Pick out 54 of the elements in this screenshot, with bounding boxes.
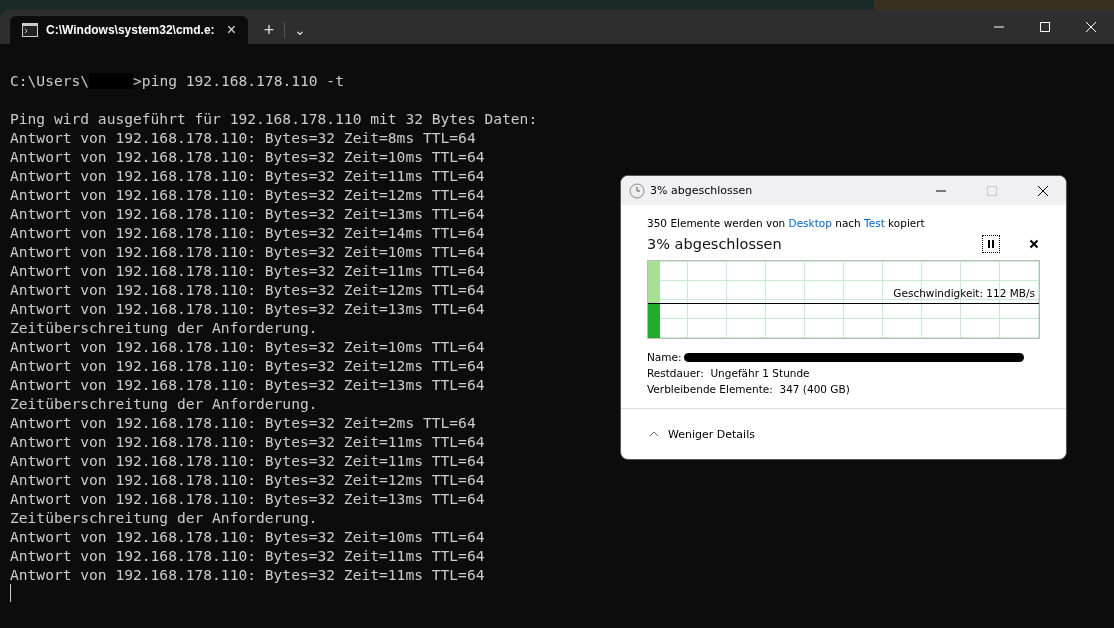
maximize-icon bbox=[986, 184, 998, 197]
cancel-button[interactable] bbox=[1028, 238, 1040, 250]
console-output-line: Antwort von 192.168.178.110: Bytes=32 Zeit=11ms TTL=64 bbox=[10, 261, 485, 280]
console-output-line: Antwort von 192.168.178.110: Bytes=32 Zeit=13ms TTL=64 bbox=[10, 299, 485, 318]
tab-title: C:\Windows\system32\cmd.e: bbox=[46, 23, 215, 37]
target-link[interactable]: Test bbox=[864, 217, 885, 229]
console-output-line: Antwort von 192.168.178.110: Bytes=32 Zeit=10ms TTL=64 bbox=[10, 147, 485, 166]
copy-summary: 350 Elemente werden von Desktop nach Test kopiert bbox=[647, 217, 926, 229]
console-output-line: Zeitüberschreitung der Anforderung. bbox=[10, 508, 318, 527]
console-output-line: Antwort von 192.168.178.110: Bytes=32 Zeit=11ms TTL=64 bbox=[10, 546, 485, 565]
source-link[interactable]: Desktop bbox=[788, 217, 832, 229]
terminal-tab[interactable]: C:\Windows\system32\cmd.e: × bbox=[10, 16, 248, 44]
console-output-line: Antwort von 192.168.178.110: Bytes=32 Zeit=14ms TTL=64 bbox=[10, 223, 485, 242]
close-icon bbox=[1037, 184, 1049, 197]
console-output-line: Antwort von 192.168.178.110: Bytes=32 Zeit=8ms TTL=64 bbox=[10, 128, 476, 147]
console-output-line: Antwort von 192.168.178.110: Bytes=32 Zeit=13ms TTL=64 bbox=[10, 375, 485, 394]
command-text: >ping 192.168.178.110 -t bbox=[133, 71, 344, 90]
console-output-line: Antwort von 192.168.178.110: Bytes=32 Zeit=11ms TTL=64 bbox=[10, 166, 485, 185]
text-cursor bbox=[10, 584, 11, 602]
console-output-line: Antwort von 192.168.178.110: Bytes=32 Zeit=12ms TTL=64 bbox=[10, 470, 485, 489]
less-details-button[interactable]: Weniger Details bbox=[649, 427, 755, 441]
console-output-line: Antwort von 192.168.178.110: Bytes=32 Zeit=11ms TTL=64 bbox=[10, 451, 485, 470]
console-output-line: Antwort von 192.168.178.110: Bytes=32 Zeit=11ms TTL=64 bbox=[10, 565, 485, 584]
clock-icon bbox=[629, 182, 645, 199]
console-output-line: Antwort von 192.168.178.110: Bytes=32 Zeit=11ms TTL=64 bbox=[10, 432, 485, 451]
console-output-line: Antwort von 192.168.178.110: Bytes=32 Zeit=12ms TTL=64 bbox=[10, 356, 485, 375]
speed-label: Geschwindigkeit: 112 MB/s bbox=[893, 287, 1035, 299]
console-output-line: Antwort von 192.168.178.110: Bytes=32 Zeit=10ms TTL=64 bbox=[10, 527, 485, 546]
close-icon bbox=[1085, 21, 1097, 33]
console-output-line: Antwort von 192.168.178.110: Bytes=32 Zeit=13ms TTL=64 bbox=[10, 489, 485, 508]
pause-icon bbox=[986, 239, 996, 249]
console-output-line: Antwort von 192.168.178.110: Bytes=32 Zeit=12ms TTL=64 bbox=[10, 280, 485, 299]
console-output-line: Zeitüberschreitung der Anforderung. bbox=[10, 318, 318, 337]
console-output-line: Antwort von 192.168.178.110: Bytes=32 Zeit=12ms TTL=64 bbox=[10, 185, 485, 204]
maximize-icon bbox=[1039, 21, 1051, 33]
chevron-up-icon bbox=[649, 431, 659, 437]
close-icon bbox=[1029, 239, 1039, 249]
dialog-title: 3% abgeschlossen bbox=[650, 184, 753, 197]
console-output-line: Antwort von 192.168.178.110: Bytes=32 Zeit=13ms TTL=64 bbox=[10, 204, 485, 223]
console-output-line: Zeitüberschreitung der Anforderung. bbox=[10, 394, 318, 413]
prompt-path: C:\Users\ bbox=[10, 71, 90, 90]
new-tab-button[interactable]: + bbox=[254, 16, 284, 44]
name-label: Name: bbox=[647, 350, 682, 365]
close-tab-button[interactable]: × bbox=[222, 21, 240, 39]
dropdown-button[interactable]: ⌄ bbox=[285, 16, 315, 44]
terminal-icon bbox=[22, 23, 38, 37]
console-output-line: Ping wird ausgeführt für 192.168.178.110 mit 32 Bytes Daten: bbox=[10, 109, 538, 128]
pause-button[interactable] bbox=[982, 235, 1000, 253]
remaining-items: Verbleibende Elemente: 347 (400 GB) bbox=[647, 382, 851, 397]
console-output-line: Antwort von 192.168.178.110: Bytes=32 Zeit=10ms TTL=64 bbox=[10, 337, 485, 356]
remaining-time: Restdauer: Ungefähr 1 Stunde bbox=[647, 366, 811, 381]
progress-heading: 3% abgeschlossen bbox=[647, 236, 782, 252]
console-output-line: Antwort von 192.168.178.110: Bytes=32 Zeit=2ms TTL=64 bbox=[10, 413, 476, 432]
console-output-line: Antwort von 192.168.178.110: Bytes=32 Zeit=10ms TTL=64 bbox=[10, 242, 485, 261]
